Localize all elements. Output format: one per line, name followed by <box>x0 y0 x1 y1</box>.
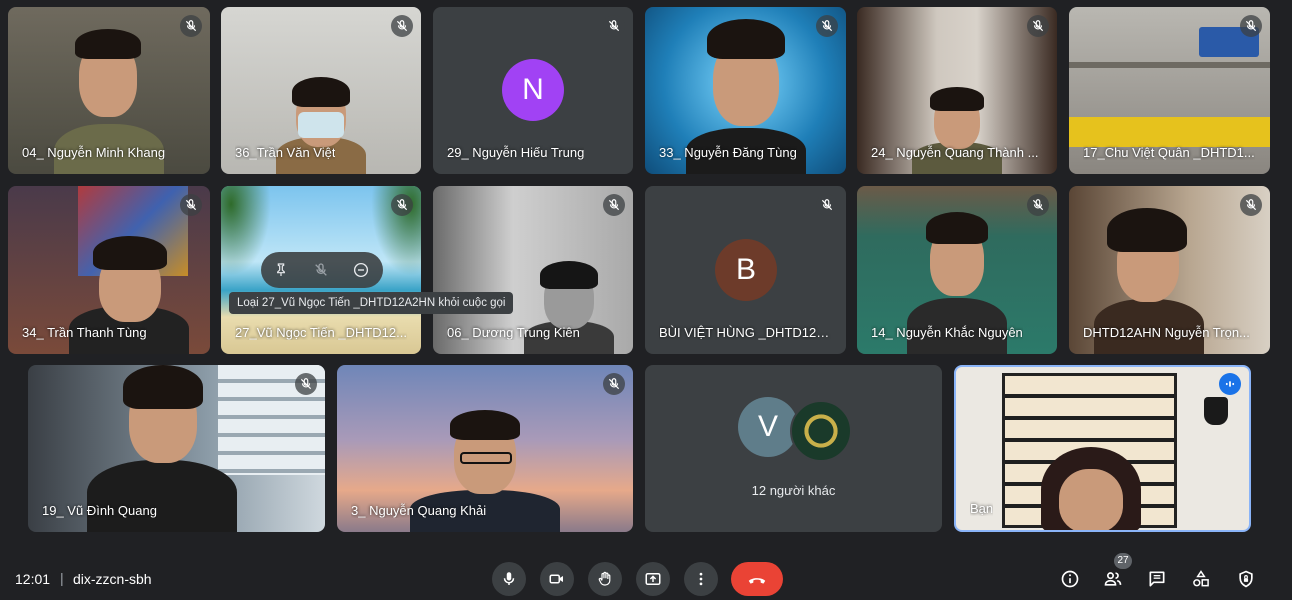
pin-icon[interactable] <box>269 258 293 282</box>
participant-tile[interactable]: 34_ Trần Thanh Tùng <box>8 186 210 354</box>
participant-tile[interactable]: 27_Vũ Ngọc Tiến _DHTD12... <box>221 186 421 354</box>
mic-icon <box>503 572 515 585</box>
mic-off-icon <box>180 15 202 37</box>
participant-avatar: B <box>715 239 777 301</box>
hover-actions <box>261 252 383 288</box>
mic-off-icon <box>391 194 413 216</box>
participant-tile[interactable]: DHTD12AHN Nguyễn Trọn... <box>1069 186 1270 354</box>
chat-icon <box>1149 571 1165 587</box>
mic-off-icon <box>180 194 202 216</box>
more-options-button[interactable] <box>684 562 718 596</box>
remove-participant-tooltip: Loại 27_Vũ Ngọc Tiến _DHTD12A2HN khỏi cu… <box>229 292 514 314</box>
camera-button[interactable] <box>540 562 574 596</box>
mic-off-icon <box>603 15 625 37</box>
mic-off-icon <box>816 194 838 216</box>
participant-tile[interactable]: 24_ Nguyễn Quang Thành ... <box>857 7 1057 174</box>
activities-button[interactable] <box>1188 566 1214 592</box>
participant-name: BÙI VIỆT HÙNG _DHTD12A2... <box>659 325 834 340</box>
participant-name: 34_ Trần Thanh Tùng <box>22 325 147 340</box>
participant-name: 33_ Nguyễn Đăng Tùng <box>659 145 797 160</box>
participant-tile[interactable]: 14_ Nguyễn Khắc Nguyên <box>857 186 1057 354</box>
participant-avatar: V <box>738 397 798 457</box>
self-tile[interactable]: Bạn <box>954 365 1251 532</box>
participant-tile[interactable]: 19_ Vũ Đình Quang <box>28 365 325 532</box>
host-controls-button[interactable] <box>1233 566 1259 592</box>
participant-tile[interactable]: 33_ Nguyễn Đăng Tùng <box>645 7 846 174</box>
participant-name: 06_ Dương Trung Kiên <box>447 325 580 340</box>
chat-button[interactable] <box>1144 566 1170 592</box>
raise-hand-button[interactable] <box>588 562 622 596</box>
participant-tile[interactable]: N 29_ Nguyễn Hiếu Trung <box>433 7 633 174</box>
participant-tile[interactable]: 06_ Dương Trung Kiên <box>433 186 633 354</box>
mic-off-icon <box>391 15 413 37</box>
participant-tile[interactable]: B BÙI VIỆT HÙNG _DHTD12A2... <box>645 186 846 354</box>
info-icon <box>1061 570 1079 588</box>
mic-off-icon <box>1027 15 1049 37</box>
mic-off-icon[interactable] <box>309 258 333 282</box>
participant-name: 27_Vũ Ngọc Tiến _DHTD12... <box>235 325 407 340</box>
people-button[interactable] <box>1100 566 1126 592</box>
participant-video <box>524 261 614 354</box>
mic-off-icon <box>295 373 317 395</box>
mic-button[interactable] <box>492 562 526 596</box>
present-button[interactable] <box>636 562 670 596</box>
shelf-background <box>1069 117 1270 147</box>
mic-off-icon <box>816 15 838 37</box>
participant-name: 17_Chu Việt Quân _DHTD1... <box>1083 145 1255 160</box>
others-count: 12 người khác <box>751 483 836 498</box>
more-icon <box>699 572 703 586</box>
speaking-indicator-icon <box>1219 373 1241 395</box>
meeting-separator: | <box>60 570 64 586</box>
participant-name: 04_ Nguyễn Minh Khang <box>22 145 166 160</box>
participant-name: 36_Trần Văn Việt <box>235 145 336 160</box>
mic-off-icon <box>603 373 625 395</box>
participant-tile[interactable]: 17_Chu Việt Quân _DHTD1... <box>1069 7 1270 174</box>
others-tile[interactable]: V 12 người khác <box>645 365 942 532</box>
end-call-icon <box>748 578 766 584</box>
participants-count-badge: 27 <box>1114 553 1132 569</box>
meeting-info-button[interactable] <box>1057 566 1083 592</box>
lamp-background <box>1204 397 1228 425</box>
participant-tile[interactable]: 36_Trần Văn Việt <box>221 7 421 174</box>
present-icon <box>645 573 661 585</box>
shelf-background <box>1069 62 1270 68</box>
raise-hand-icon <box>598 571 611 586</box>
mic-off-icon <box>603 194 625 216</box>
end-call-button[interactable] <box>731 562 783 596</box>
participant-avatar <box>790 400 852 462</box>
participant-tile[interactable]: 04_ Nguyễn Minh Khang <box>8 7 210 174</box>
participant-video <box>912 87 1002 174</box>
mic-off-icon <box>1240 15 1262 37</box>
meeting-time: 12:01 <box>15 571 51 587</box>
participant-name: 19_ Vũ Đình Quang <box>42 503 157 518</box>
camera-icon <box>549 574 563 584</box>
participant-name: DHTD12AHN Nguyễn Trọn... <box>1083 325 1250 340</box>
meeting-code: dix-zzcn-sbh <box>73 571 152 587</box>
participant-name: Bạn <box>970 501 994 516</box>
host-controls-icon <box>1239 570 1253 588</box>
participant-video <box>1031 447 1151 530</box>
mic-off-icon <box>1240 194 1262 216</box>
participant-avatar: N <box>502 59 564 121</box>
participant-tile[interactable]: 3_ Nguyễn Quang Khải <box>337 365 633 532</box>
participant-name: 29_ Nguyễn Hiếu Trung <box>447 145 585 160</box>
participant-name: 24_ Nguyễn Quang Thành ... <box>871 145 1039 160</box>
people-icon <box>1104 572 1122 586</box>
activities-icon <box>1193 570 1209 587</box>
mic-off-icon <box>1027 194 1049 216</box>
remove-icon[interactable] <box>349 258 373 282</box>
participant-name: 14_ Nguyễn Khắc Nguyên <box>871 325 1023 340</box>
participant-name: 3_ Nguyễn Quang Khải <box>351 503 487 518</box>
